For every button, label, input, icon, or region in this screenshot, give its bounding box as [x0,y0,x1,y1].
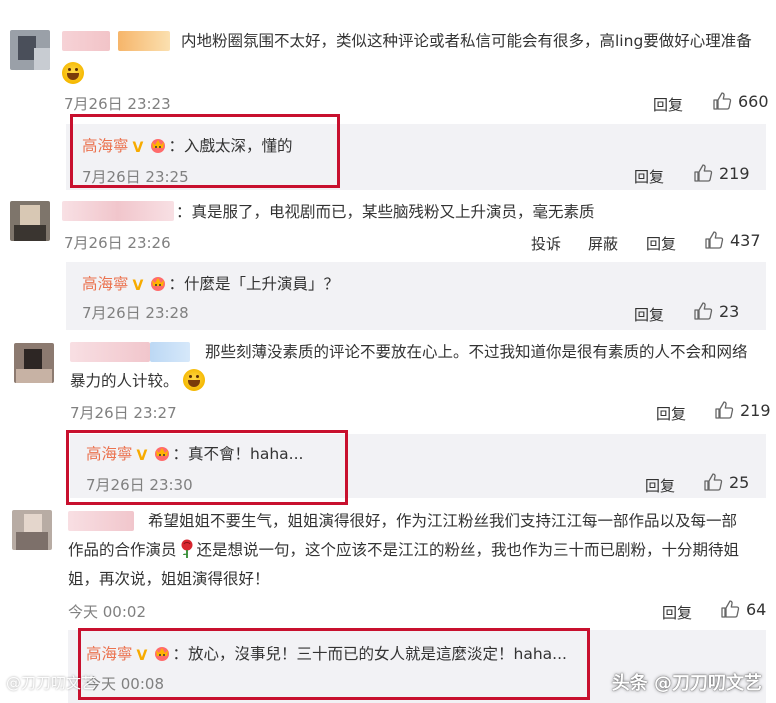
avatar[interactable] [10,201,50,241]
thumbs-up-icon [715,401,734,419]
username-blurred[interactable] [70,342,150,362]
like-button[interactable]: 219 [714,400,771,420]
like-count: 219 [719,163,750,183]
reply-button[interactable]: 回复 [634,166,664,187]
like-count: 219 [740,400,771,420]
user-badge-blurred [118,31,170,51]
rose-emoji-icon [179,539,195,559]
comment-text-line3: 姐，再次说，姐姐演得很好！ [68,570,270,588]
thumbs-up-icon [704,473,723,491]
thumbs-up-icon [694,164,713,182]
highlight-box [66,430,348,505]
reply-line: 高海寧 V ：什麼是「上升演員」？ [82,270,339,298]
comment-text: 那些刻薄没素质的评论不要放在心上。不过我知道你是很有素质的人不会和网络 [205,343,748,361]
like-button[interactable]: 64 [720,599,766,619]
report-button[interactable]: 投诉 [531,233,561,254]
like-count: 64 [746,599,767,619]
thumbs-up-icon [713,92,732,110]
highlight-box [78,628,590,700]
like-count: 437 [730,230,761,250]
reply-button[interactable]: 回复 [662,602,692,623]
comment-timestamp: 今天 00:02 [68,603,146,621]
like-button[interactable]: 660 [712,91,769,111]
like-count: 23 [719,301,740,321]
reply-author-name[interactable]: 高海寧 [82,275,129,293]
watermark-left: @刀刀叨文艺 [6,674,97,692]
reply-button[interactable]: 回复 [634,304,664,325]
reply-separator: ： [168,275,185,293]
comment-text: 内地粉圈氛围不太好，类似这种评论或者私信可能会有很多，高ling要做好心理准备 [181,32,752,50]
username-blurred[interactable] [62,201,174,221]
verified-v-icon: V [132,278,144,294]
comment-timestamp: 7月26日 23:23 [64,95,171,113]
like-button[interactable]: 25 [703,472,749,492]
like-button[interactable]: 437 [704,230,761,250]
block-button[interactable]: 屏蔽 [588,233,618,254]
avatar[interactable] [10,30,50,70]
like-button[interactable]: 23 [693,301,739,321]
watermark-right: 头条 @刀刀叨文艺 [611,673,762,694]
reply-button[interactable]: 回复 [656,403,686,424]
thumbs-up-icon [705,231,724,249]
username-blurred[interactable] [68,511,134,531]
avatar[interactable] [14,343,54,383]
comment-timestamp: 7月26日 23:27 [70,404,177,422]
reply-button[interactable]: 回复 [646,233,676,254]
reply-timestamp: 7月26日 23:28 [82,304,189,322]
username-blurred[interactable] [62,31,110,51]
user-badge-blurred [150,342,190,362]
like-count: 660 [738,91,769,111]
laughing-emoji-icon [183,369,206,391]
member-crown-icon [149,272,167,291]
laughing-emoji-icon [62,62,84,84]
like-count: 25 [729,472,750,492]
thumbs-up-icon [694,302,713,320]
reply-text: 什麼是「上升演員」？ [184,275,340,293]
thumbs-up-icon [721,600,740,618]
comment-text: 希望姐姐不要生气，姐姐演得很好，作为江江粉丝我们支持江江每一部作品以及每一部 [148,512,738,530]
avatar[interactable] [12,510,52,550]
comment-text: ：真是服了，电视剧而已，某些脑残粉又上升演员，毫无素质 [176,203,595,221]
comment-text-line2: 作品的合作演员 还是想说一句，这个应该不是江江的粉丝，我也作为三十而已剧粉，十分期… [68,539,740,559]
reply-button[interactable]: 回复 [645,475,675,496]
reply-button[interactable]: 回复 [653,94,683,115]
comment-timestamp: 7月26日 23:26 [64,234,171,252]
like-button[interactable]: 219 [693,163,750,183]
highlight-box [70,114,340,188]
comment-text-line2: 暴力的人计较。 [70,367,206,395]
